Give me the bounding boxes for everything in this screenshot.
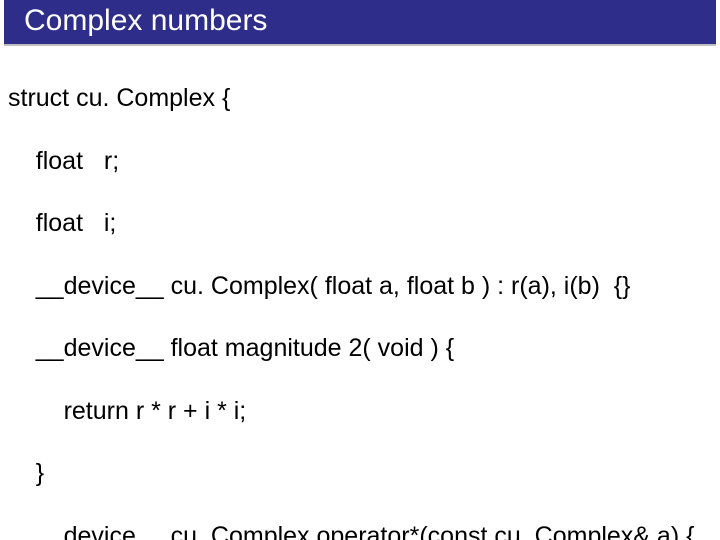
code-line: __device__ cu. Complex operator*(const c… — [8, 521, 712, 540]
slide: Complex numbers struct cu. Complex { flo… — [0, 0, 720, 540]
code-line: return r * r + i * i; — [8, 396, 712, 427]
code-line: __device__ cu. Complex( float a, float b… — [8, 271, 712, 302]
code-line: } — [8, 458, 712, 489]
code-block: struct cu. Complex { float r; float i; _… — [0, 46, 720, 540]
code-line: float r; — [8, 146, 712, 177]
code-line: __device__ float magnitude 2( void ) { — [8, 333, 712, 364]
code-line: float i; — [8, 208, 712, 239]
slide-title: Complex numbers — [4, 0, 716, 46]
code-line: struct cu. Complex { — [8, 83, 712, 114]
